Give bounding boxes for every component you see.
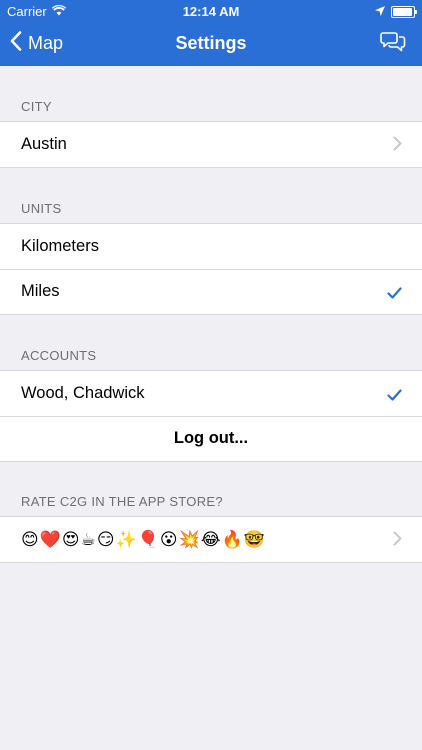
city-value: Austin	[21, 135, 67, 153]
checkmark-icon	[387, 285, 402, 304]
status-time: 12:14 AM	[182, 4, 240, 19]
unit-option-label: Miles	[21, 282, 60, 300]
section-header-rate: RATE C2G IN THE APP STORE?	[21, 494, 223, 509]
account-row[interactable]: Wood, Chadwick	[0, 371, 422, 416]
unit-option-miles[interactable]: Miles	[0, 269, 422, 314]
chat-bubbles-icon	[380, 32, 406, 57]
accounts-group: Wood, Chadwick Log out...	[0, 370, 422, 462]
rate-app-row[interactable]: 😊❤️😍☕😏✨🎈😮💥😂🔥🤓	[0, 517, 422, 562]
city-group: Austin	[0, 121, 422, 168]
section-header-units: UNITS	[21, 201, 62, 216]
location-arrow-icon	[375, 4, 385, 19]
rate-emojis: 😊❤️😍☕😏✨🎈😮💥😂🔥🤓	[21, 529, 266, 549]
header-bar: Carrier 12:14 AM Map Settings	[0, 0, 422, 66]
page-title: Settings	[175, 33, 247, 53]
rate-group: 😊❤️😍☕😏✨🎈😮💥😂🔥🤓	[0, 516, 422, 563]
status-right	[375, 4, 417, 19]
account-name: Wood, Chadwick	[21, 384, 145, 402]
section-header-accounts: ACCOUNTS	[21, 348, 97, 363]
units-group: Kilometers Miles	[0, 223, 422, 315]
chevron-right-icon	[393, 531, 402, 551]
unit-option-kilometers[interactable]: Kilometers	[0, 224, 422, 269]
section-header-city: CITY	[21, 99, 52, 114]
battery-icon	[391, 5, 417, 18]
city-row[interactable]: Austin	[0, 122, 422, 167]
navigation-bar: Map Settings	[0, 22, 422, 66]
logout-button[interactable]: Log out...	[0, 416, 422, 461]
chevron-right-icon	[393, 136, 402, 156]
checkmark-icon	[387, 387, 402, 406]
chat-button[interactable]	[380, 31, 406, 58]
status-bar: Carrier 12:14 AM	[0, 0, 422, 22]
unit-option-label: Kilometers	[21, 237, 99, 255]
logout-label: Log out...	[173, 429, 249, 447]
